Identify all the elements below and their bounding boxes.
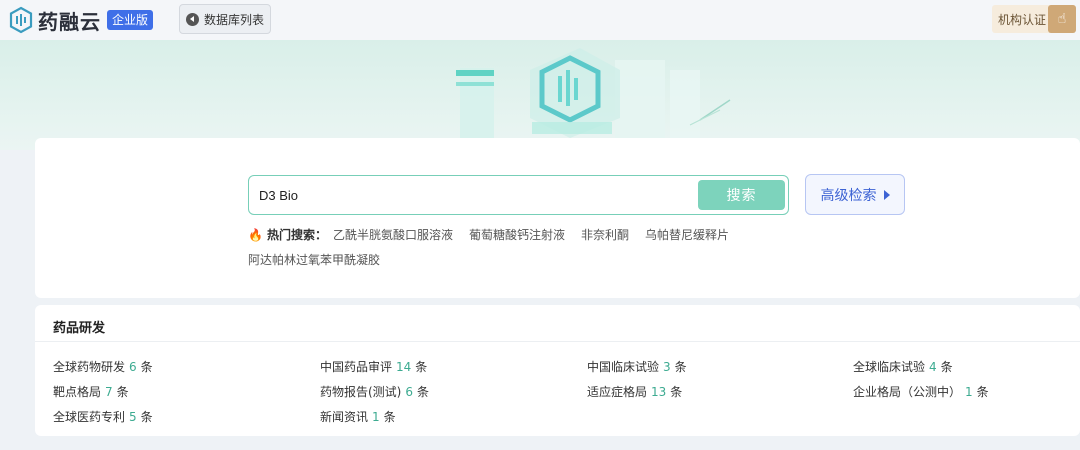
drug-research-card: 药品研发 全球药物研发 6 条 中国药品审评 14 条 中国临床试验 3 条 全球临床试验 4… — [35, 305, 1080, 436]
back-circle-icon — [185, 12, 199, 26]
item-count: 4 — [929, 360, 937, 374]
item-count: 6 — [129, 360, 137, 374]
item-count: 1 — [965, 385, 973, 399]
logo[interactable]: 药融云 企业版 — [8, 5, 154, 35]
divider — [35, 341, 1080, 342]
item-unit: 条 — [140, 360, 153, 374]
item-unit: 条 — [976, 385, 989, 399]
research-item-global-clinical-trials[interactable]: 全球临床试验 4 条 — [853, 358, 953, 375]
item-unit: 条 — [674, 360, 687, 374]
research-item-indication-landscape[interactable]: 适应症格局 13 条 — [587, 383, 682, 400]
banner-illustration — [456, 48, 731, 138]
top-header: 药融云 企业版 数据库列表 机构认证 ☝ — [0, 0, 1080, 40]
logo-text: 药融云 — [38, 9, 101, 34]
item-unit: 条 — [116, 385, 129, 399]
item-unit: 条 — [670, 385, 683, 399]
hot-search-item[interactable]: 非奈利酮 — [581, 226, 629, 243]
item-label: 中国临床试验 — [587, 360, 660, 374]
search-box: 搜索 — [248, 175, 789, 215]
hot-search-item[interactable]: 葡萄糖酸钙注射液 — [469, 226, 565, 243]
search-input[interactable] — [259, 176, 689, 214]
item-label: 适应症格局 — [587, 385, 648, 399]
item-label: 药物报告(测试) — [320, 385, 402, 399]
hero-banner — [0, 40, 1080, 150]
item-unit: 条 — [417, 385, 430, 399]
research-item-china-clinical-trials[interactable]: 中国临床试验 3 条 — [587, 358, 687, 375]
item-label: 中国药品审评 — [320, 360, 393, 374]
item-label: 靶点格局 — [53, 385, 102, 399]
advanced-search-label: 高级检索 — [820, 187, 877, 204]
advanced-search-button[interactable]: 高级检索 — [805, 174, 905, 215]
research-item-global-drug-rd[interactable]: 全球药物研发 6 条 — [53, 358, 153, 375]
research-item-global-patents[interactable]: 全球医药专利 5 条 — [53, 408, 153, 425]
fire-icon: 🔥 — [248, 227, 263, 242]
item-label: 全球临床试验 — [853, 360, 926, 374]
item-label: 新闻资讯 — [320, 410, 369, 424]
certification-label: 机构认证 — [998, 12, 1047, 27]
item-label: 企业格局（公测中） — [853, 385, 962, 399]
institution-certification-button[interactable]: 机构认证 ☝ — [992, 5, 1076, 33]
hot-search-item[interactable]: 阿达帕林过氧苯甲酰凝胶 — [248, 251, 380, 268]
item-count: 13 — [651, 385, 667, 399]
research-item-news[interactable]: 新闻资讯 1 条 — [320, 408, 396, 425]
item-label: 全球医药专利 — [53, 410, 126, 424]
database-list-label: 数据库列表 — [203, 12, 264, 27]
item-label: 全球药物研发 — [53, 360, 126, 374]
edition-badge: 企业版 — [107, 10, 154, 30]
research-item-china-drug-review[interactable]: 中国药品审评 14 条 — [320, 358, 427, 375]
thumbs-up-icon: ☝ — [1048, 5, 1076, 33]
search-button[interactable]: 搜索 — [698, 180, 785, 210]
search-card: 搜索 高级检索 🔥 热门搜索： 乙酰半胱氨酸口服溶液 葡萄糖酸钙注射液 非奈利酮… — [35, 138, 1080, 298]
item-count: 14 — [396, 360, 412, 374]
play-arrow-icon — [883, 189, 890, 200]
hot-search-item[interactable]: 乙酰半胱氨酸口服溶液 — [333, 226, 453, 243]
item-unit: 条 — [383, 410, 396, 424]
item-count: 6 — [405, 385, 414, 399]
hot-searches: 🔥 热门搜索： 乙酰半胱氨酸口服溶液 葡萄糖酸钙注射液 非奈利酮 乌帕替尼缓释片 — [248, 226, 745, 243]
research-item-target-landscape[interactable]: 靶点格局 7 条 — [53, 383, 129, 400]
item-count: 7 — [105, 385, 113, 399]
hot-search-item[interactable]: 乌帕替尼缓释片 — [645, 226, 729, 243]
research-item-drug-report[interactable]: 药物报告(测试) 6 条 — [320, 383, 429, 400]
item-count: 1 — [372, 410, 380, 424]
item-unit: 条 — [415, 360, 428, 374]
research-item-company-landscape[interactable]: 企业格局（公测中） 1 条 — [853, 383, 989, 400]
database-list-button[interactable]: 数据库列表 — [179, 4, 271, 34]
logo-icon — [9, 6, 33, 34]
item-unit: 条 — [140, 410, 153, 424]
item-unit: 条 — [940, 360, 953, 374]
item-count: 5 — [129, 410, 137, 424]
hot-search-label: 热门搜索： — [266, 228, 327, 242]
item-count: 3 — [663, 360, 671, 374]
section-title: 药品研发 — [53, 321, 106, 336]
